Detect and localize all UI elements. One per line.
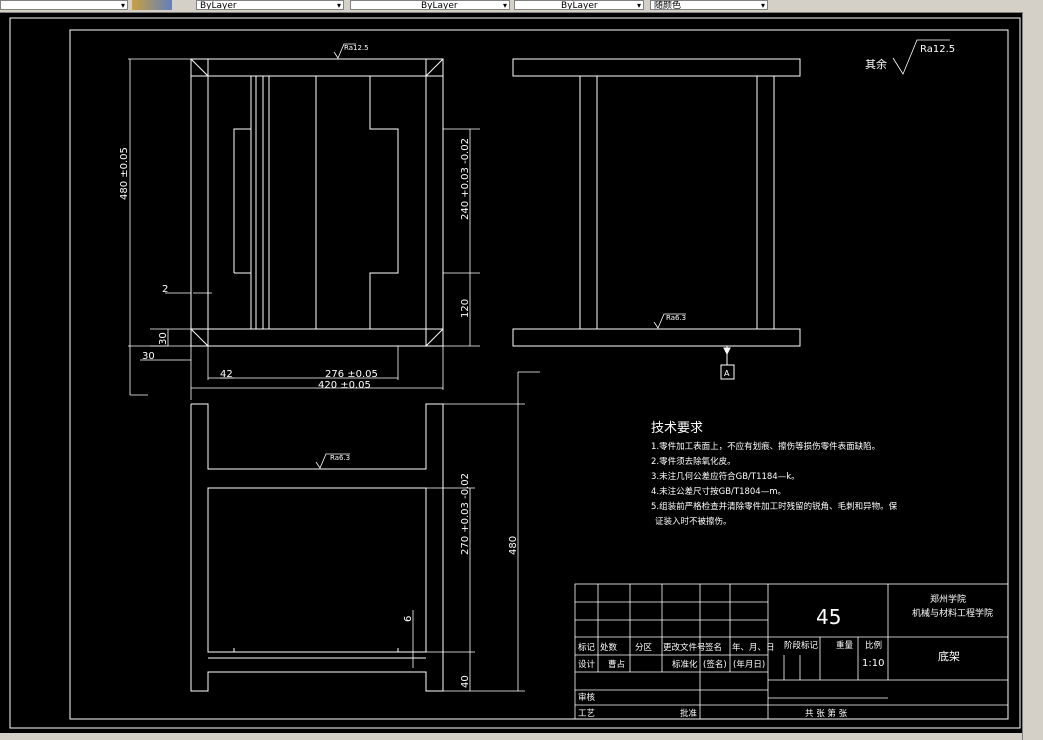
- header-date: 年、月、日: [732, 642, 775, 653]
- designer-name: 曹占: [608, 659, 625, 670]
- header-mark: 标记: [578, 642, 596, 653]
- stage-mark-label: 阶段标记: [784, 640, 819, 651]
- process-label: 工艺: [578, 709, 595, 719]
- scale-label: 比例: [865, 640, 882, 651]
- datum-label: A: [724, 369, 730, 378]
- layer-dropdown-value: ByLayer: [200, 1, 237, 10]
- title-block-text: 45 郑州学院 机械与材料工程学院 底架 阶段标记 重量 比例 1:10 标记 …: [578, 593, 993, 719]
- chevron-down-icon: ▾: [336, 1, 341, 10]
- roughness-rest-value: Ra12.5: [920, 44, 955, 55]
- header-change: 更改文件号: [663, 642, 706, 653]
- dim-42: 42: [220, 369, 233, 380]
- dim-30-a: 30: [158, 332, 169, 345]
- roughness-symbol-side: Ra6.3: [653, 313, 686, 329]
- part-name: 底架: [938, 649, 960, 663]
- chevron-down-icon: ▾: [636, 1, 641, 10]
- front-view-dim-text: 480 ±0.05 2 30 30 42 276 ±0.05 420 ±0.05…: [119, 138, 471, 391]
- side-view: [512, 58, 801, 380]
- chevron-down-icon: ▾: [120, 1, 125, 10]
- dim-2: 2: [162, 284, 168, 295]
- layer-dropdown[interactable]: ByLayer ▾: [196, 0, 344, 10]
- roughness-rest-label: 其余: [865, 57, 887, 71]
- dim-270: 270 +0.03 -0.02: [460, 473, 471, 555]
- school-line-1: 郑州学院: [930, 593, 966, 605]
- sign2-label: (签名): [703, 659, 727, 670]
- tech-line-4: 4.未注公差尺寸按GB/T1804—m。: [651, 486, 786, 497]
- standard-label: 标准化: [672, 659, 698, 670]
- roughness-symbol-top: Ra12.5: [333, 43, 369, 59]
- roughness-rest: 其余 Ra12.5: [865, 39, 955, 75]
- top-view-dimensions: [412, 371, 540, 692]
- scale-value: 1:10: [862, 658, 884, 669]
- vertical-scrollbar[interactable]: [1022, 12, 1043, 740]
- drawing-canvas[interactable]: 480 ±0.05 2 30 30 42 276 ±0.05 420 ±0.05…: [0, 12, 1022, 733]
- sheet-inner-border: [69, 29, 1009, 720]
- roughness-symbol-bottom: Ra6.3: [315, 453, 350, 469]
- approve-label: 批准: [680, 708, 698, 719]
- tech-line-6: 证装入时不被擦伤。: [655, 516, 732, 527]
- header-sign: 签名: [705, 642, 722, 653]
- front-view-dimensions: [128, 58, 480, 400]
- tech-line-3: 3.未注几何公差应符合GB/T1184—k。: [651, 471, 800, 482]
- dim-40: 40: [460, 675, 471, 688]
- front-view: [190, 58, 444, 347]
- material-text: 45: [816, 605, 841, 629]
- color-dropdown-value: 随颜色: [654, 1, 682, 10]
- dim-240: 240 +0.03 -0.02: [460, 138, 471, 220]
- tech-line-1: 1.零件加工表面上，不应有划痕、擦伤等损伤零件表面缺陷。: [651, 441, 880, 452]
- dim-480-b: 480: [508, 536, 519, 555]
- dim-120: 120: [460, 299, 471, 318]
- top-view-dim-text: 270 +0.03 -0.02 480 6 40: [403, 473, 519, 688]
- header-count: 处数: [600, 642, 618, 653]
- tech-title: 技术要求: [651, 421, 703, 436]
- chevron-down-icon: ▾: [760, 1, 765, 10]
- linetype-dropdown[interactable]: ByLayer ▾: [350, 0, 510, 10]
- lineweight-dropdown-value: ByLayer: [561, 1, 598, 10]
- layer-state-dropdown[interactable]: ▾: [0, 0, 128, 10]
- tech-line-5: 5.组装前严格检查并清除零件加工时残留的锐角、毛刺和异物。保: [651, 501, 898, 512]
- header-zone: 分区: [635, 643, 653, 653]
- roughness-top-text: Ra12.5: [344, 44, 369, 52]
- roughness-bottom-text: Ra6.3: [330, 454, 350, 462]
- dim-6: 6: [403, 616, 414, 622]
- roughness-side-text: Ra6.3: [666, 314, 686, 322]
- designer-label: 设计: [578, 659, 596, 670]
- dim-276: 276 ±0.05: [325, 369, 378, 380]
- date2-label: (年月日): [733, 659, 765, 670]
- chevron-down-icon: ▾: [502, 1, 507, 10]
- top-view: [190, 403, 444, 692]
- lineweight-dropdown[interactable]: ByLayer ▾: [514, 0, 644, 10]
- sheets-label: 共 张 第 张: [805, 708, 848, 719]
- technical-requirements: 技术要求 1.零件加工表面上，不应有划痕、擦伤等损伤零件表面缺陷。 2.零件须去…: [651, 421, 898, 527]
- linetype-dropdown-value: ByLayer: [421, 1, 458, 10]
- dim-420: 420 ±0.05: [318, 380, 371, 391]
- dim-480: 480 ±0.05: [119, 147, 130, 200]
- school-line-2: 机械与材料工程学院: [912, 607, 993, 619]
- command-line: [0, 733, 1022, 740]
- layer-tools-icon[interactable]: [132, 0, 172, 10]
- review-label: 审核: [578, 692, 596, 703]
- dim-30-b: 30: [142, 351, 155, 362]
- color-dropdown[interactable]: 随颜色 ▾: [650, 0, 768, 10]
- sheet-outer-border: [9, 17, 1021, 729]
- weight-label: 重量: [836, 640, 854, 651]
- tech-line-2: 2.零件须去除氧化皮。: [651, 456, 736, 467]
